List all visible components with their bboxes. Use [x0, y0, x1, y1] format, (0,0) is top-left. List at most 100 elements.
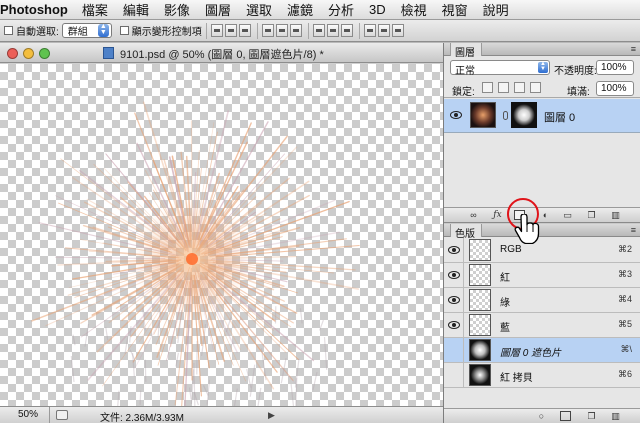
trash-icon[interactable]: ▥: [610, 411, 621, 421]
smoke-streak: [84, 323, 90, 347]
menu-filter[interactable]: 濾鏡: [287, 0, 313, 19]
divider: [256, 22, 258, 39]
show-transform-label: 顯示變形控制項: [131, 27, 202, 38]
layers-panel: 圖層 ≡ 正常 ▲ ▼ 不透明度: 100% 鎖定: 填滿: 100% 圖層 0…: [444, 43, 640, 223]
load-channel-selection-icon[interactable]: ○: [536, 411, 547, 421]
auto-select-dropdown[interactable]: 群組 ▲ ▼: [61, 23, 112, 38]
visibility-cell[interactable]: [444, 338, 464, 362]
image-canvas[interactable]: [0, 64, 443, 406]
align-right-icon[interactable]: [289, 24, 302, 37]
channel-thumbnail: [469, 239, 491, 261]
menu-select[interactable]: 選取: [246, 0, 272, 19]
blend-mode-value: 正常: [455, 66, 475, 77]
opacity-label: 不透明度:: [554, 66, 597, 77]
document-window: 9101.psd @ 50% (圖層 0, 圖層遮色片/8) * 50% 文件:…: [0, 43, 443, 423]
channels-tab[interactable]: 色版: [450, 224, 482, 240]
align-hcenter-icon[interactable]: [275, 24, 288, 37]
document-title-bar[interactable]: 9101.psd @ 50% (圖層 0, 圖層遮色片/8) *: [0, 43, 443, 63]
visibility-cell[interactable]: [444, 363, 464, 387]
menu-file[interactable]: 檔案: [82, 0, 108, 19]
save-selection-icon[interactable]: [560, 411, 571, 421]
panel-menu-icon[interactable]: ≡: [631, 44, 636, 54]
auto-select-checkbox[interactable]: [4, 26, 13, 35]
channel-name: 紅: [500, 273, 510, 284]
menu-3d[interactable]: 3D: [369, 2, 386, 17]
channel-row-blue[interactable]: 藍 ⌘5: [444, 313, 640, 338]
status-menu-arrow-icon[interactable]: ▶: [268, 410, 275, 421]
eye-icon[interactable]: [450, 111, 462, 119]
zoom-window-icon[interactable]: [39, 48, 50, 59]
align-bottom-icon[interactable]: [238, 24, 251, 37]
eye-icon[interactable]: [448, 246, 460, 254]
menu-edit[interactable]: 編輯: [123, 0, 149, 19]
lock-all-icon[interactable]: [530, 82, 541, 93]
lock-image-icon[interactable]: [498, 82, 509, 93]
close-window-icon[interactable]: [7, 48, 18, 59]
channel-row-green[interactable]: 綠 ⌘4: [444, 288, 640, 313]
layer-name: 圖層 0: [544, 112, 576, 124]
visibility-cell[interactable]: [444, 288, 464, 312]
smoke-streak: [290, 383, 295, 406]
lock-label: 鎖定:: [452, 87, 475, 98]
menu-layer[interactable]: 圖層: [205, 0, 231, 19]
smoke-streak: [144, 359, 147, 382]
channel-name: 圖層 0 遮色片: [500, 348, 562, 359]
lock-position-icon[interactable]: [514, 82, 525, 93]
align-vcenter-icon[interactable]: [224, 24, 237, 37]
psd-file-icon: [103, 47, 114, 59]
new-channel-icon[interactable]: ❐: [586, 411, 597, 421]
new-group-icon[interactable]: ▭: [562, 210, 573, 220]
adjustment-layer-icon[interactable]: ◐: [540, 210, 551, 220]
new-layer-icon[interactable]: ❐: [586, 210, 597, 220]
layer-thumbnail: [470, 102, 496, 128]
smoke-streak: [188, 387, 192, 400]
align-top-icon[interactable]: [210, 24, 223, 37]
zoom-level[interactable]: 50%: [0, 407, 50, 423]
lock-transparent-icon[interactable]: [482, 82, 493, 93]
link-layers-icon[interactable]: ∞: [468, 210, 479, 220]
show-transform-checkbox[interactable]: [119, 26, 129, 35]
eye-icon[interactable]: [448, 296, 460, 304]
distribute-right-icon[interactable]: [391, 24, 404, 37]
eye-icon[interactable]: [448, 321, 460, 329]
visibility-cell[interactable]: [444, 313, 464, 337]
fx-icon[interactable]: ƒx: [492, 210, 503, 220]
layer-mask-thumbnail[interactable]: [511, 102, 537, 128]
smoke-streak: [202, 385, 209, 396]
menu-image[interactable]: 影像: [164, 0, 190, 19]
channel-row-red-copy[interactable]: 紅 拷貝 ⌘6: [444, 363, 640, 388]
link-icon[interactable]: [503, 111, 508, 120]
visibility-cell[interactable]: [444, 238, 464, 262]
menu-help[interactable]: 說明: [483, 0, 509, 19]
distribute-top-icon[interactable]: [312, 24, 325, 37]
menu-analysis[interactable]: 分析: [328, 0, 354, 19]
smoke-streak: [299, 308, 303, 324]
fill-input[interactable]: 100%: [596, 81, 634, 96]
distribute-bottom-icon[interactable]: [340, 24, 353, 37]
opacity-input[interactable]: 100%: [596, 60, 634, 75]
firework-core: [186, 253, 198, 265]
eye-icon[interactable]: [448, 271, 460, 279]
smoke-streak: [129, 326, 132, 343]
channel-shortcut: ⌘4: [617, 294, 632, 304]
visibility-cell[interactable]: [444, 263, 464, 287]
menu-view[interactable]: 檢視: [401, 0, 427, 19]
smoke-streak: [72, 334, 76, 346]
distribute-vcenter-icon[interactable]: [326, 24, 339, 37]
layer-row[interactable]: 圖層 0: [444, 99, 640, 133]
channel-row-red[interactable]: 紅 ⌘3: [444, 263, 640, 288]
distribute-left-icon[interactable]: [363, 24, 376, 37]
trash-icon[interactable]: ▥: [610, 210, 621, 220]
app-name-menu[interactable]: Photoshop: [0, 2, 68, 17]
minimize-window-icon[interactable]: [23, 48, 34, 59]
panel-menu-icon[interactable]: ≡: [631, 225, 636, 235]
align-left-icon[interactable]: [261, 24, 274, 37]
channel-row-rgb[interactable]: RGB ⌘2: [444, 238, 640, 263]
channel-row-layer-mask[interactable]: 圖層 0 遮色片 ⌘\: [444, 338, 640, 363]
status-icon[interactable]: [56, 410, 68, 420]
layers-tab[interactable]: 圖層: [450, 43, 482, 59]
blend-mode-select[interactable]: 正常 ▲ ▼: [450, 60, 550, 77]
blend-row: 正常 ▲ ▼ 不透明度: 100%: [444, 58, 640, 78]
menu-window[interactable]: 視窗: [442, 0, 468, 19]
distribute-hcenter-icon[interactable]: [377, 24, 390, 37]
